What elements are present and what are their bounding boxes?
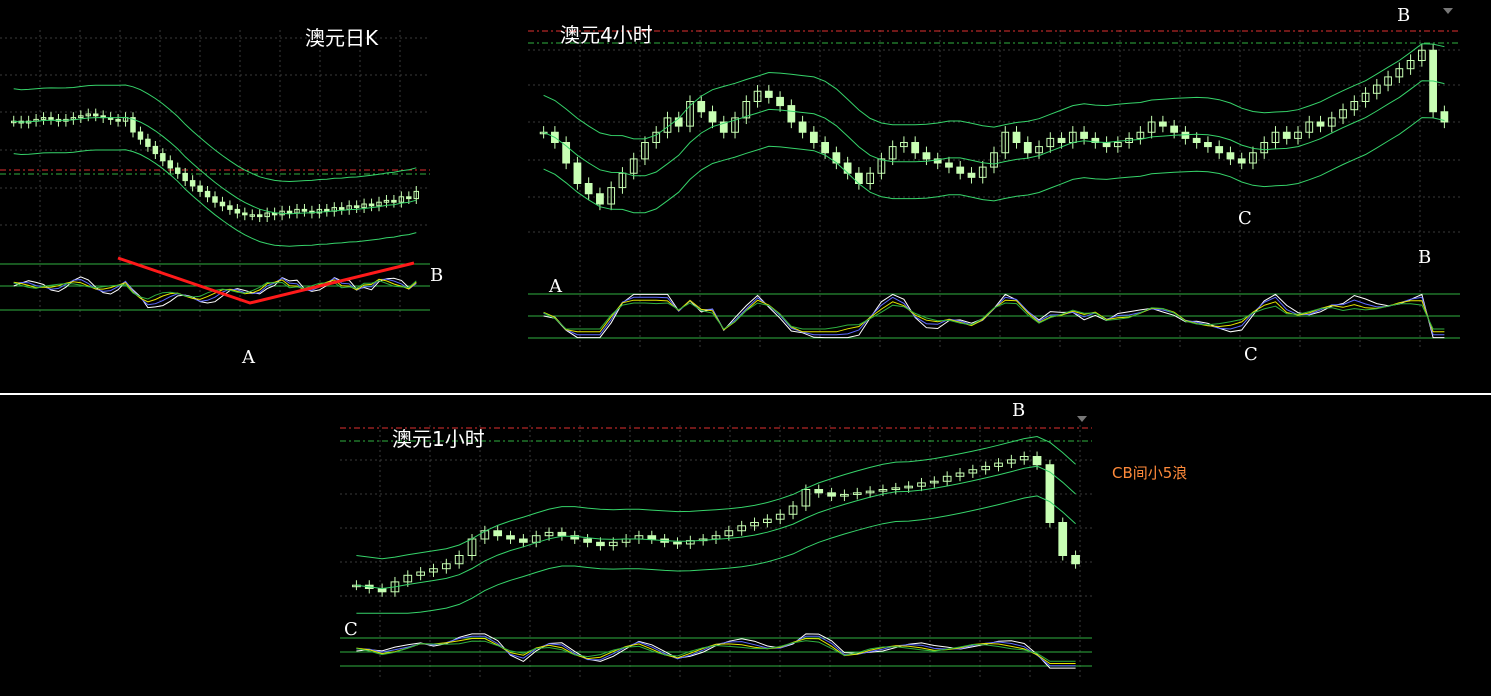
- candle-body: [1045, 464, 1055, 523]
- candle-body: [827, 492, 836, 497]
- candle-body: [493, 530, 503, 537]
- candle-body: [911, 142, 920, 154]
- candle-body: [174, 167, 181, 174]
- candle-body: [189, 180, 196, 187]
- candle-body: [227, 205, 233, 210]
- candle-body: [204, 190, 211, 198]
- candle-body: [301, 208, 308, 212]
- h1-chart-panel: [340, 416, 1092, 680]
- chart-stage: 澳元日K B A 澳元4小时 B C A B C 澳元1小时 B C CB间小5…: [0, 5, 1491, 680]
- oscillator-line: [356, 635, 1076, 667]
- candle-body: [1282, 131, 1291, 139]
- candle-body: [256, 214, 263, 218]
- candle-body: [967, 172, 976, 178]
- candle-body: [945, 162, 953, 168]
- candle-body: [647, 535, 657, 540]
- candle-body: [219, 201, 226, 207]
- candle-body: [1080, 131, 1088, 139]
- candle-body: [809, 131, 818, 143]
- h4-label-c-price: C: [1238, 208, 1252, 229]
- h1-label-b: B: [1012, 400, 1025, 421]
- candle-body: [798, 121, 807, 133]
- candle-body: [152, 145, 159, 155]
- panel-dropdown-icon: [1077, 416, 1087, 422]
- daily-chart-panel: [0, 30, 430, 320]
- candle-body: [584, 183, 593, 195]
- daily-label-a: A: [241, 347, 256, 368]
- candle-body: [182, 172, 188, 182]
- candle-body: [1226, 152, 1235, 160]
- h1-wave-note: CB间小5浪: [1112, 464, 1187, 482]
- candle-body: [1215, 146, 1224, 154]
- h4-label-b-osc: B: [1418, 247, 1431, 268]
- candle-body: [115, 118, 121, 122]
- candle-body: [212, 196, 218, 203]
- candle-body: [353, 205, 360, 209]
- candle-body: [391, 199, 397, 203]
- candle-body: [406, 196, 412, 200]
- candle-body: [1071, 555, 1080, 565]
- candle-body: [519, 538, 528, 543]
- candle-body: [922, 152, 931, 160]
- candle-body: [583, 538, 592, 543]
- candle-body: [776, 96, 784, 107]
- candle-body: [92, 113, 99, 117]
- candle-body: [697, 101, 706, 113]
- candle-body: [673, 541, 682, 545]
- candle-body: [1058, 522, 1068, 556]
- candle-body: [764, 90, 773, 98]
- candle-body: [324, 208, 330, 212]
- h4-chart-panel: [528, 8, 1460, 350]
- candle-body: [1057, 137, 1066, 143]
- candle-body: [1023, 142, 1032, 154]
- candle-body: [821, 142, 829, 154]
- candle-body: [1204, 142, 1212, 148]
- candle-body: [1192, 137, 1201, 143]
- candle-body: [506, 535, 515, 540]
- candle-body: [1102, 142, 1111, 148]
- h1-chart-title: 澳元1小时: [392, 427, 485, 451]
- h4-label-c-osc: C: [1244, 344, 1258, 365]
- candle-body: [197, 185, 203, 192]
- oscillator-line: [356, 633, 1076, 669]
- candle-body: [1032, 456, 1042, 466]
- candle-body: [674, 117, 683, 127]
- candle-body: [167, 160, 174, 169]
- candle-body: [48, 117, 54, 120]
- candle-body: [557, 531, 567, 537]
- candle-body: [814, 489, 824, 494]
- candle-body: [338, 207, 345, 210]
- candle-body: [1316, 121, 1325, 127]
- h4-chart-title: 澳元4小时: [560, 23, 653, 47]
- candle-body: [843, 162, 852, 174]
- candle-body: [596, 541, 605, 547]
- candle-body: [573, 162, 582, 184]
- candle-body: [1170, 125, 1179, 133]
- bollinger-middle: [356, 465, 1076, 590]
- candle-body: [234, 208, 241, 214]
- candle-body: [1237, 158, 1246, 164]
- h4-label-a: A: [548, 276, 563, 297]
- candle-body: [160, 153, 166, 162]
- candle-body: [137, 131, 144, 140]
- daily-chart-title: 澳元日K: [305, 26, 379, 50]
- candle-body: [787, 105, 796, 123]
- candle-body: [145, 138, 151, 147]
- candle-body: [368, 203, 375, 207]
- candle-body: [242, 212, 248, 216]
- h4-label-b-top: B: [1397, 5, 1410, 26]
- candle-body: [708, 111, 717, 123]
- panel-dropdown-icon: [1443, 8, 1453, 14]
- candle-body: [1159, 121, 1167, 127]
- candle-body: [956, 166, 965, 174]
- candle-body: [596, 193, 604, 205]
- candle-body: [286, 210, 293, 214]
- bollinger-upper: [13, 84, 417, 183]
- candle-body: [1012, 131, 1021, 143]
- h1-label-c: C: [344, 619, 358, 640]
- daily-label-b: B: [430, 265, 443, 286]
